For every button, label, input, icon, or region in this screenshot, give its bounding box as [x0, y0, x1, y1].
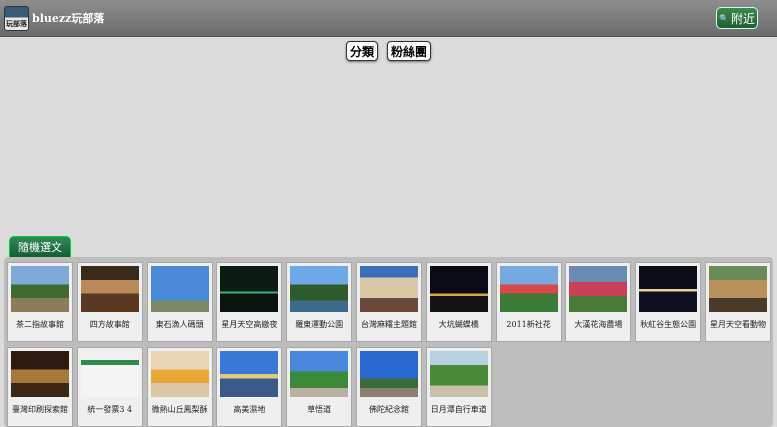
site-logo[interactable]: 玩部落 — [4, 6, 29, 31]
nearby-button[interactable]: 🔍 附近 — [716, 7, 758, 29]
fans-page-button[interactable]: 粉絲團 — [387, 41, 431, 61]
post-title[interactable]: 大漢花海農場 — [566, 319, 630, 330]
top-nav: 分類 粉絲團 — [0, 41, 777, 61]
post-title[interactable]: 茶二指故事館 — [8, 319, 72, 330]
post-title[interactable]: 2011新社花 — [497, 319, 561, 330]
post-title[interactable]: 日月潭自行車道 — [427, 404, 491, 415]
post-card[interactable]: 秋紅谷生態公園 — [635, 262, 702, 342]
post-card[interactable]: 草悟道 — [286, 347, 353, 427]
post-title[interactable]: 統一發票3 4 — [78, 404, 142, 415]
post-card[interactable]: 微熱山丘鳳梨酥 — [146, 347, 213, 427]
post-title[interactable]: 星月天空看動物 — [706, 319, 770, 330]
post-card[interactable]: 大坑蝴蝶橋 — [425, 262, 492, 342]
post-thumbnail[interactable] — [220, 351, 279, 397]
post-card[interactable]: 佛陀紀念館 — [356, 347, 422, 427]
post-thumbnail[interactable] — [80, 351, 139, 397]
random-posts-tab[interactable]: 隨機選文 — [9, 236, 71, 257]
logo-text: 玩部落 — [6, 19, 27, 28]
post-title[interactable]: 佛陀紀念館 — [357, 404, 421, 415]
post-card[interactable]: 茶二指故事館 — [7, 262, 73, 342]
post-thumbnail[interactable] — [709, 266, 767, 312]
post-title[interactable]: 星月天空高繳夜 — [217, 319, 281, 330]
site-title[interactable]: bluezz玩部落 — [32, 10, 104, 26]
post-thumbnail[interactable] — [499, 266, 558, 312]
post-title[interactable]: 高美濕地 — [217, 404, 281, 415]
post-card[interactable]: 羅東運動公園 — [286, 262, 353, 342]
post-card[interactable]: 統一發票3 4 — [76, 347, 143, 427]
post-thumbnail[interactable] — [290, 351, 349, 397]
post-card[interactable]: 星月天空看動物 — [705, 262, 771, 342]
post-card[interactable]: 高美濕地 — [216, 347, 283, 427]
post-thumbnail[interactable] — [150, 351, 209, 397]
post-card[interactable]: 大漢花海農場 — [565, 262, 632, 342]
post-title[interactable]: 秋紅谷生態公園 — [636, 319, 700, 330]
top-bar: 玩部落 bluezz玩部落 🔍 附近 — [0, 0, 777, 37]
post-card[interactable]: 東石漁人碼頭 — [146, 262, 213, 342]
random-posts-panel: 茶二指故事館 四方故事館 東石漁人碼頭 星月天空高繳夜 羅東運動公園 台灣麻糬主題館 大坑蝴… — [4, 257, 773, 427]
post-thumbnail[interactable] — [290, 266, 349, 312]
post-thumbnail[interactable] — [569, 266, 628, 312]
post-thumbnail[interactable] — [11, 351, 69, 397]
post-card[interactable]: 星月天空高繳夜 — [216, 262, 283, 342]
post-title[interactable]: 羅東運動公園 — [287, 319, 351, 330]
post-title[interactable]: 台灣麻糬主題館 — [357, 319, 421, 330]
post-title[interactable]: 草悟道 — [287, 404, 351, 415]
post-title[interactable]: 臺灣印刷探索館 — [8, 404, 72, 415]
category-button[interactable]: 分類 — [346, 41, 378, 61]
post-thumbnail[interactable] — [80, 266, 139, 312]
post-thumbnail[interactable] — [150, 266, 209, 312]
post-thumbnail[interactable] — [360, 266, 418, 312]
post-thumbnail[interactable] — [220, 266, 279, 312]
post-card[interactable]: 四方故事館 — [76, 262, 143, 342]
post-card[interactable]: 台灣麻糬主題館 — [356, 262, 422, 342]
post-thumbnail[interactable] — [11, 266, 69, 312]
post-thumbnail[interactable] — [360, 351, 418, 397]
post-title[interactable]: 微熱山丘鳳梨酥 — [148, 404, 212, 415]
post-card[interactable]: 臺灣印刷探索館 — [7, 347, 73, 427]
search-icon: 🔍 — [719, 13, 729, 23]
post-title[interactable]: 東石漁人碼頭 — [148, 319, 212, 330]
post-card[interactable]: 日月潭自行車道 — [425, 347, 492, 427]
post-thumbnail[interactable] — [429, 266, 488, 312]
post-title[interactable]: 大坑蝴蝶橋 — [427, 319, 491, 330]
nearby-label: 附近 — [730, 11, 755, 26]
post-title[interactable]: 四方故事館 — [78, 319, 142, 330]
post-thumbnail[interactable] — [639, 266, 698, 312]
post-card[interactable]: 2011新社花 — [495, 262, 562, 342]
post-thumbnail[interactable] — [429, 351, 488, 397]
